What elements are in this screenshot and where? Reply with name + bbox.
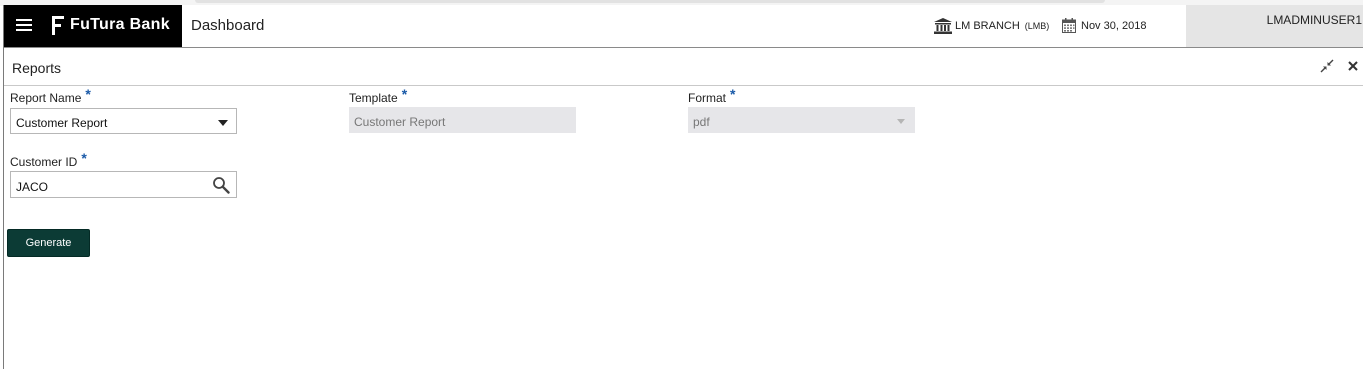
page-title: Dashboard xyxy=(191,17,265,34)
branch-code: (LMB) xyxy=(1024,21,1050,31)
brand-block: FuTura Bank xyxy=(4,5,182,47)
browser-top-bar xyxy=(195,0,1105,3)
panel-title: Reports xyxy=(12,60,62,76)
format-label: Format * xyxy=(688,86,736,105)
caret-down-icon xyxy=(897,119,905,124)
posting-date: Nov 30, 2018 xyxy=(1081,19,1147,32)
required-mark: * xyxy=(85,86,91,102)
user-menu[interactable]: LMADMINUSER1 xyxy=(1186,5,1363,47)
format-select: pdf xyxy=(688,107,915,133)
branch-name: LM BRANCH xyxy=(955,20,1020,32)
template-label: Template * xyxy=(349,86,408,105)
panel-tools xyxy=(1308,59,1360,73)
caret-down-icon xyxy=(218,120,228,126)
futura-logo-icon xyxy=(52,16,66,36)
bank-building-icon xyxy=(934,18,952,34)
app-header: FuTura Bank Dashboard LM BRANCH (LMB) No… xyxy=(4,5,1363,48)
report-name-value: Customer Report xyxy=(16,116,108,130)
required-mark: * xyxy=(730,86,736,102)
required-mark: * xyxy=(401,86,408,102)
generate-button[interactable]: Generate xyxy=(7,229,90,257)
brand-name: FuTura Bank xyxy=(70,16,170,33)
app-frame: FuTura Bank Dashboard LM BRANCH (LMB) No… xyxy=(3,5,1363,369)
report-name-label: Report Name * xyxy=(10,86,91,105)
customer-id-label: Customer ID * xyxy=(10,150,87,169)
close-icon[interactable] xyxy=(1346,59,1360,73)
search-icon[interactable] xyxy=(212,176,230,194)
date-selector[interactable]: Nov 30, 2018 xyxy=(1062,18,1146,33)
hamburger-menu-icon[interactable] xyxy=(16,19,32,33)
customer-id-input[interactable]: JACO xyxy=(10,171,237,198)
branch-selector[interactable]: LM BRANCH (LMB) xyxy=(934,18,1049,34)
collapse-arrows-icon[interactable] xyxy=(1320,59,1334,73)
user-name: LMADMINUSER1 xyxy=(1266,13,1362,27)
panel-divider xyxy=(4,85,1363,86)
calendar-icon xyxy=(1062,18,1076,33)
template-field: Customer Report xyxy=(349,107,576,133)
template-value: Customer Report xyxy=(354,115,446,129)
format-value: pdf xyxy=(693,115,710,129)
customer-id-value: JACO xyxy=(16,180,49,194)
report-name-select[interactable]: Customer Report xyxy=(10,108,237,134)
required-mark: * xyxy=(81,150,87,166)
